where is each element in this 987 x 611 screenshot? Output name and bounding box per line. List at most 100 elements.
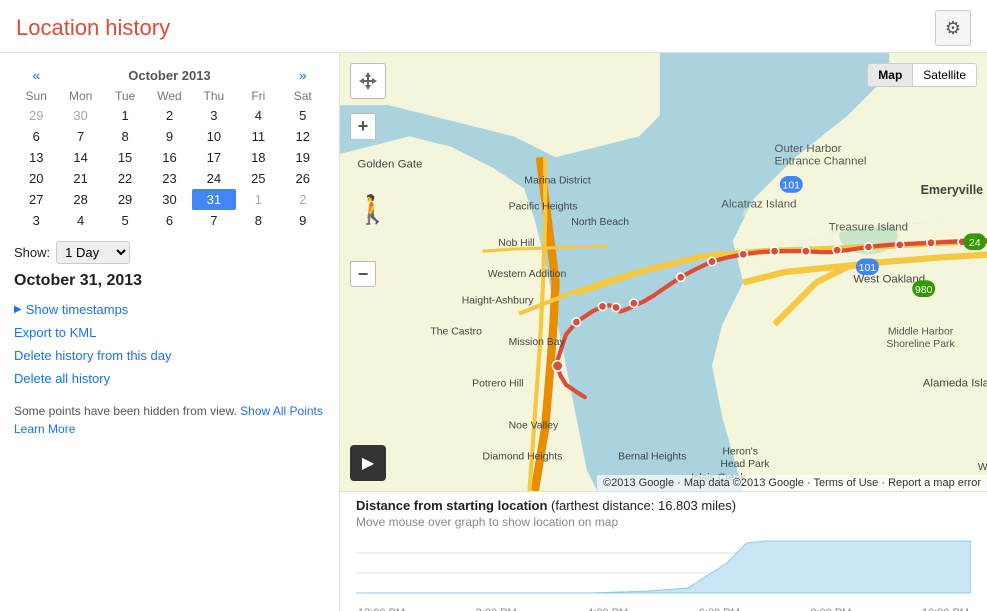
calendar-body: 2930123456789101112131415161718192021222… [14, 105, 325, 231]
svg-text:Alcatraz Island: Alcatraz Island [721, 198, 796, 210]
calendar-day-header: Sat [281, 87, 325, 105]
calendar-day-cell[interactable]: 1 [236, 189, 280, 210]
svg-text:Middle Harbor: Middle Harbor [888, 327, 954, 338]
calendar-day-cell[interactable]: 6 [147, 210, 191, 231]
svg-text:Nob Hill: Nob Hill [498, 238, 534, 249]
calendar-day-cell[interactable]: 20 [14, 168, 58, 189]
show-label: Show: [14, 245, 50, 260]
page-title: Location history [16, 15, 170, 41]
settings-button[interactable]: ⚙ [935, 10, 971, 46]
calendar-day-cell[interactable]: 12 [281, 126, 325, 147]
play-button[interactable]: ▶ [350, 445, 386, 481]
calendar-day-cell[interactable]: 29 [14, 105, 58, 126]
calendar-day-cell[interactable]: 17 [192, 147, 236, 168]
calendar-day-cell[interactable]: 9 [147, 126, 191, 147]
calendar-day-cell[interactable]: 31 [192, 189, 236, 210]
calendar-week-row: 20212223242526 [14, 168, 325, 189]
calendar-day-cell[interactable]: 10 [192, 126, 236, 147]
export-kml-link[interactable]: Export to KML [14, 325, 325, 340]
calendar-day-cell[interactable]: 8 [236, 210, 280, 231]
svg-text:Head Park: Head Park [720, 459, 770, 470]
calendar-day-cell[interactable]: 3 [192, 105, 236, 126]
calendar-day-cell[interactable]: 2 [147, 105, 191, 126]
calendar-day-cell[interactable]: 28 [58, 189, 102, 210]
calendar-day-cell[interactable]: 29 [103, 189, 147, 210]
calendar-day-cell[interactable]: 27 [14, 189, 58, 210]
svg-text:Heron's: Heron's [722, 447, 758, 458]
calendar-day-cell[interactable]: 2 [281, 189, 325, 210]
calendar-prev-button[interactable]: « [14, 63, 58, 87]
calendar-day-cell[interactable]: 14 [58, 147, 102, 168]
calendar-day-header: Sun [14, 87, 58, 105]
svg-text:Western Addition: Western Addition [488, 269, 567, 280]
calendar-week-row: 6789101112 [14, 126, 325, 147]
calendar-week-row: 272829303112 [14, 189, 325, 210]
map[interactable]: Alcatraz Island Treasure Island Emeryvil… [340, 53, 987, 491]
calendar-day-cell[interactable]: 7 [192, 210, 236, 231]
terms-of-use-link[interactable]: Terms of Use [813, 477, 878, 489]
map-view-button[interactable]: Map [867, 63, 912, 87]
calendar-week-row: 13141516171819 [14, 147, 325, 168]
chart-title: Distance from starting location (farthes… [356, 498, 971, 513]
show-select[interactable]: 1 Day 2 Days 3 Days 1 Week [56, 241, 130, 264]
calendar-day-cell[interactable]: 6 [14, 126, 58, 147]
delete-all-history-link[interactable]: Delete all history [14, 371, 325, 386]
distance-chart [356, 533, 971, 605]
calendar-day-cell[interactable]: 23 [147, 168, 191, 189]
calendar-day-cell[interactable]: 4 [58, 210, 102, 231]
show-timestamps-label: Show timestamps [26, 302, 129, 317]
calendar-day-cell[interactable]: 30 [147, 189, 191, 210]
calendar-day-cell[interactable]: 30 [58, 105, 102, 126]
svg-text:Mission Bay: Mission Bay [509, 337, 566, 348]
calendar-day-cell[interactable]: 26 [281, 168, 325, 189]
calendar-day-cell[interactable]: 8 [103, 126, 147, 147]
calendar-day-cell[interactable]: 7 [58, 126, 102, 147]
calendar-day-cell[interactable]: 15 [103, 147, 147, 168]
svg-text:Emeryville: Emeryville [921, 183, 984, 197]
map-type-controls: Map Satellite [867, 63, 977, 87]
calendar-day-cell[interactable]: 9 [281, 210, 325, 231]
calendar-day-cell[interactable]: 19 [281, 147, 325, 168]
pegman-icon[interactable]: 🚶 [355, 193, 390, 226]
calendar-next-button[interactable]: » [281, 63, 325, 87]
svg-text:Alameda Island: Alameda Island [923, 378, 987, 390]
svg-text:Entrance Channel: Entrance Channel [775, 156, 867, 168]
calendar-day-cell[interactable]: 16 [147, 147, 191, 168]
calendar-day-header: Wed [147, 87, 191, 105]
svg-text:Marina District: Marina District [524, 175, 591, 186]
gear-icon: ⚙ [945, 18, 961, 39]
calendar-day-header: Mon [58, 87, 102, 105]
calendar-day-cell[interactable]: 4 [236, 105, 280, 126]
calendar-day-cell[interactable]: 3 [14, 210, 58, 231]
map-background: Alcatraz Island Treasure Island Emeryvil… [340, 53, 987, 491]
delete-history-day-link[interactable]: Delete history from this day [14, 348, 325, 363]
calendar-day-cell[interactable]: 25 [236, 168, 280, 189]
date-label: October 31, 2013 [14, 272, 325, 290]
calendar-day-cell[interactable]: 11 [236, 126, 280, 147]
calendar-day-cell[interactable]: 5 [281, 105, 325, 126]
zoom-out-button[interactable]: − [350, 261, 376, 287]
calendar-day-cell[interactable]: 18 [236, 147, 280, 168]
calendar-day-cell[interactable]: 1 [103, 105, 147, 126]
learn-more-link[interactable]: Learn More [14, 422, 75, 436]
svg-text:980: 980 [915, 285, 933, 296]
chart-label-1000pm: 10:00 PM [922, 607, 969, 611]
report-map-error-link[interactable]: Report a map error [888, 477, 981, 489]
map-copyright: ©2013 Google · Map data ©2013 Google · T… [597, 475, 987, 491]
calendar-day-cell[interactable]: 13 [14, 147, 58, 168]
copyright-text: ©2013 Google · Map data ©2013 Google [603, 477, 804, 489]
map-pan-control[interactable] [350, 63, 386, 99]
svg-text:Treasure Island: Treasure Island [829, 221, 908, 233]
calendar-day-header: Fri [236, 87, 280, 105]
svg-text:Pacific Heights: Pacific Heights [509, 201, 578, 212]
calendar-day-cell[interactable]: 5 [103, 210, 147, 231]
show-all-points-link[interactable]: Show All Points [240, 404, 323, 418]
svg-text:Woodstock Park: Woodstock Park [978, 462, 987, 473]
chart-graph[interactable] [356, 533, 971, 605]
zoom-in-button[interactable]: + [350, 113, 376, 139]
calendar-day-cell[interactable]: 21 [58, 168, 102, 189]
calendar-day-cell[interactable]: 22 [103, 168, 147, 189]
show-timestamps-toggle[interactable]: ▶ Show timestamps [14, 302, 325, 317]
satellite-view-button[interactable]: Satellite [912, 63, 977, 87]
calendar-day-cell[interactable]: 24 [192, 168, 236, 189]
